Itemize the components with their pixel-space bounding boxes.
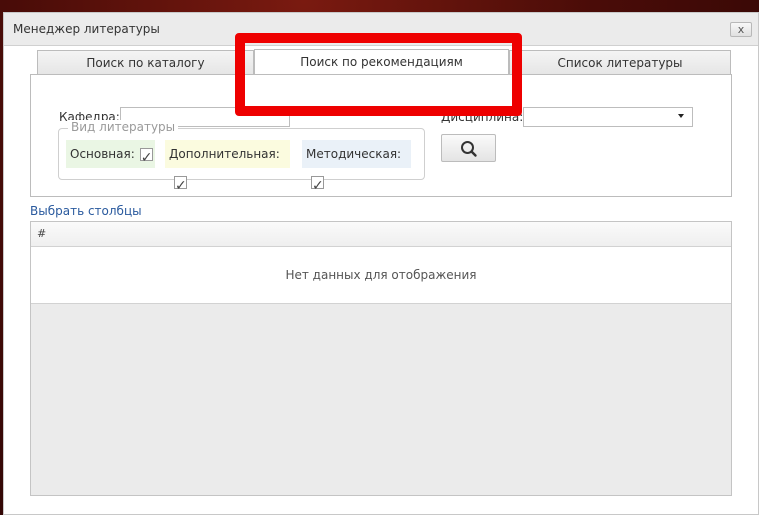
tab-catalog-search[interactable]: Поиск по каталогу <box>37 50 254 74</box>
choose-columns-link[interactable]: Выбрать столбцы <box>30 204 142 218</box>
checkbox-methodical[interactable]: Методическая: <box>302 140 411 200</box>
checkbox-additional-box[interactable] <box>174 172 187 200</box>
results-grid: # Нет данных для отображения <box>30 221 732 496</box>
checkbox-main[interactable]: Основная: <box>66 140 155 172</box>
checkbox-additional-label: Дополнительная: <box>169 147 280 161</box>
literature-type-group: Вид литературы Основная: Дополнительная:… <box>58 120 425 200</box>
checkbox-main-box[interactable] <box>139 144 153 172</box>
literature-type-legend: Вид литературы <box>68 120 179 134</box>
chevron-down-icon <box>678 114 684 118</box>
search-button[interactable] <box>441 134 496 162</box>
grid-empty-message: Нет данных для отображения <box>31 247 731 304</box>
checkbox-additional[interactable]: Дополнительная: <box>165 140 290 200</box>
checkbox-main-label: Основная: <box>70 147 135 161</box>
discipline-select[interactable] <box>523 107 693 127</box>
grid-header: # <box>31 222 731 247</box>
column-header-number[interactable]: # <box>37 227 46 240</box>
close-button[interactable]: x <box>730 22 752 37</box>
dialog-title: Менеджер литературы <box>13 22 160 36</box>
highlight-annotation <box>235 33 522 116</box>
search-icon <box>461 141 477 157</box>
checkbox-methodical-box[interactable] <box>311 172 324 200</box>
checkbox-methodical-label: Методическая: <box>306 147 402 161</box>
tab-literature-list[interactable]: Список литературы <box>509 50 731 74</box>
